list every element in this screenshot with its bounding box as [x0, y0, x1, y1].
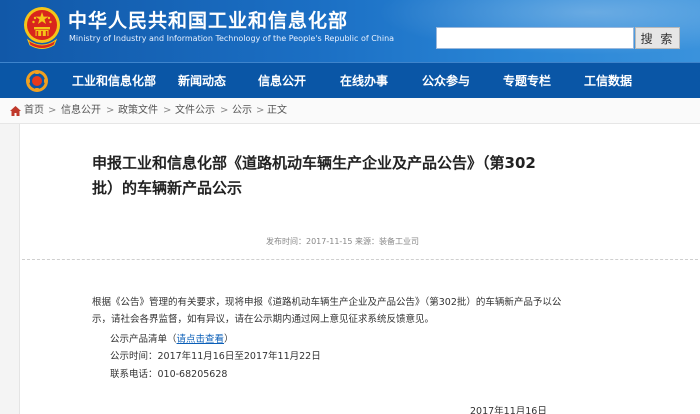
product-list-link[interactable]: 请点击查看: [177, 334, 225, 345]
article-meta: 发布时间：2017-11-15 来源：装备工业司: [266, 237, 420, 246]
article-title-line2: 批）的车辆新产品公示: [92, 179, 243, 197]
product-list-close: ）: [224, 334, 234, 345]
nav-item-public-participation[interactable]: 公众参与: [422, 63, 470, 99]
nav-item-news[interactable]: 新闻动态: [178, 63, 226, 99]
breadcrumb-home[interactable]: 首页: [24, 98, 44, 124]
nav-item-data[interactable]: 工信数据: [584, 63, 632, 99]
nav-item-info-disclosure[interactable]: 信息公开: [258, 63, 306, 99]
nav-item-online-services[interactable]: 在线办事: [340, 63, 388, 99]
breadcrumb-notice[interactable]: 公示: [232, 98, 252, 124]
article-paragraph-line2: 示，请社会各界监督，如有异议，请在公示期内通过网上意见征求系统反馈意见。: [92, 314, 435, 325]
contact-phone: 联系电话：010-68205628: [110, 369, 228, 380]
site-header: 中华人民共和国工业和信息化部 Ministry of Industry and …: [0, 0, 700, 62]
site-subtitle: Ministry of Industry and Information Tec…: [69, 34, 395, 43]
breadcrumb-separator: >: [163, 105, 172, 116]
search-button[interactable]: 搜 索: [635, 27, 680, 49]
article-paragraph-line1: 根据《公告》管理的有关要求，现将申报《道路机动车辆生产企业及产品公告》（第302…: [92, 297, 562, 308]
product-list-line: 公示产品清单（请点击查看）: [110, 331, 234, 345]
nav-item-special-topics[interactable]: 专题专栏: [503, 63, 551, 99]
ministry-logo-icon: [26, 70, 48, 92]
breadcrumb-document-notice[interactable]: 文件公示: [175, 98, 215, 124]
article-title-line1: 申报工业和信息化部《道路机动车辆生产企业及产品公告》（第302: [92, 154, 536, 172]
breadcrumb-separator: >: [48, 105, 57, 116]
article-title: 申报工业和信息化部《道路机动车辆生产企业及产品公告》（第302 批）的车辆新产品…: [92, 151, 602, 201]
notice-period: 公示时间：2017年11月16日至2017年11月22日: [110, 351, 321, 362]
breadcrumb-separator: >: [106, 105, 115, 116]
breadcrumb-separator: >: [256, 105, 265, 116]
breadcrumb-policy-documents[interactable]: 政策文件: [118, 98, 158, 124]
site-title: 中华人民共和国工业和信息化部: [68, 10, 349, 32]
main-nav: 工业和信息化部 新闻动态 信息公开 在线办事 公众参与 专题专栏 工信数据: [0, 62, 700, 98]
signature-date: 2017年11月16日: [470, 406, 547, 414]
search-input[interactable]: [436, 27, 634, 49]
national-emblem-icon: [24, 7, 60, 49]
breadcrumb-separator: >: [220, 105, 229, 116]
breadcrumb: 首页 > 信息公开 > 政策文件 > 文件公示 > 公示 > 正文: [0, 98, 700, 124]
meta-divider: [22, 259, 698, 260]
nav-item-miit[interactable]: 工业和信息化部: [72, 63, 156, 99]
left-margin-bar: [0, 124, 20, 414]
home-icon[interactable]: [10, 106, 21, 116]
breadcrumb-info-disclosure[interactable]: 信息公开: [61, 98, 101, 124]
product-list-label: 公示产品清单（: [110, 334, 177, 345]
breadcrumb-current: 正文: [267, 105, 287, 116]
